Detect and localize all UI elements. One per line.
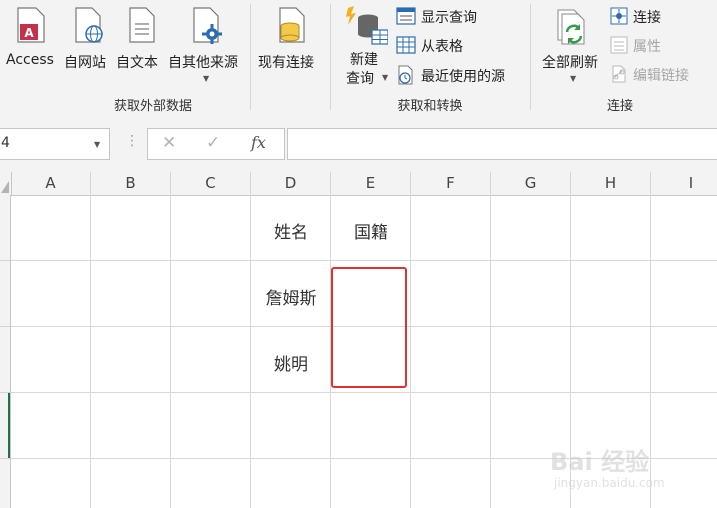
existing-connections-button[interactable]: 现有连接 — [254, 4, 324, 71]
properties-button[interactable]: 属性 — [610, 35, 710, 57]
existing-connections-icon — [279, 7, 305, 43]
formula-input[interactable] — [287, 128, 717, 160]
column-header-e[interactable]: E — [331, 172, 411, 195]
formula-bar: 4 ▼ ⋮ ✕ ✓ fx — [0, 118, 717, 172]
access-icon: A — [17, 7, 45, 43]
cell-d3[interactable]: 姚明 — [251, 350, 331, 375]
from-text-label: 自文本 — [116, 55, 158, 71]
recent-sources-label: 最近使用的源 — [421, 69, 505, 85]
gridline — [490, 195, 491, 508]
cell-d1[interactable]: 姓名 — [251, 218, 331, 243]
drag-handle-icon[interactable]: ⋮ — [125, 133, 139, 149]
web-icon — [75, 7, 103, 43]
edit-links-button[interactable]: 编辑链接 — [610, 64, 715, 86]
cancel-icon[interactable]: ✕ — [162, 133, 176, 153]
name-box-value: 4 — [1, 135, 10, 151]
group-separator — [250, 4, 251, 110]
row-header-divider — [0, 326, 10, 327]
row-header-strip — [0, 195, 11, 508]
recent-sources-button[interactable]: 最近使用的源 — [396, 64, 526, 86]
watermark-url: jingyan.baidu.com — [554, 476, 665, 490]
show-queries-label: 显示查询 — [421, 10, 477, 26]
chevron-down-icon[interactable]: ▼ — [94, 140, 100, 149]
new-query-label-line1: 新建 — [350, 52, 378, 68]
edit-links-icon — [612, 65, 626, 83]
connections-button[interactable]: 连接 — [610, 6, 710, 28]
other-sources-icon — [193, 7, 222, 44]
new-query-button[interactable]: 新建 查询 ▼ — [336, 4, 394, 87]
connections-icon — [610, 7, 628, 25]
select-all-triangle-icon — [1, 181, 9, 193]
from-web-label: 自网站 — [64, 55, 106, 71]
column-header-c[interactable]: C — [171, 172, 251, 195]
show-queries-icon — [396, 7, 416, 25]
watermark-main: Bai 经验 — [550, 448, 650, 476]
from-access-label: Access — [6, 52, 54, 68]
recent-sources-icon — [398, 65, 413, 85]
column-header-f[interactable]: F — [411, 172, 491, 195]
column-header-a[interactable]: A — [11, 172, 91, 195]
name-box[interactable]: 4 ▼ — [0, 128, 110, 160]
group-label-get-external-data: 获取外部数据 — [113, 99, 192, 114]
group-separator — [530, 4, 531, 110]
ribbon: A Access 自网站 自文本 自其他来源 ▼ 获取外部数据 现有连接 新建 … — [0, 0, 717, 119]
refresh-all-icon — [557, 9, 585, 45]
chevron-down-icon: ▼ — [570, 74, 577, 83]
existing-connections-label: 现有连接 — [258, 55, 314, 71]
from-other-sources-button[interactable]: 自其他来源 ▼ — [166, 4, 244, 84]
gridline — [11, 260, 717, 261]
gridline — [170, 195, 171, 508]
edit-links-label: 编辑链接 — [633, 68, 689, 84]
row-header-divider — [0, 260, 10, 261]
svg-text:A: A — [24, 26, 34, 40]
column-header-i[interactable]: I — [651, 172, 717, 195]
watermark: Bai 经验 jingyan.baidu.com — [548, 436, 713, 496]
row-header-divider — [0, 458, 10, 459]
column-header-row: A B C D E F G H I — [0, 172, 717, 196]
gridline — [11, 392, 717, 393]
column-header-h[interactable]: H — [571, 172, 651, 195]
from-table-label: 从表格 — [421, 39, 463, 55]
new-query-icon — [346, 6, 388, 45]
refresh-all-button[interactable]: 全部刷新 ▼ — [536, 4, 608, 84]
column-header-g[interactable]: G — [491, 172, 571, 195]
gridline — [90, 195, 91, 508]
refresh-all-label: 全部刷新 — [542, 55, 598, 71]
from-table-button[interactable]: 从表格 — [396, 35, 526, 57]
insert-function-icon[interactable]: fx — [251, 133, 266, 152]
group-label-connections: 连接 — [606, 99, 633, 114]
new-query-label-line2: 查询 — [346, 71, 374, 87]
chevron-down-icon: ▼ — [203, 74, 210, 83]
group-separator — [330, 4, 331, 110]
properties-label: 属性 — [633, 39, 661, 55]
cell-d2[interactable]: 詹姆斯 — [251, 284, 331, 309]
cell-e1[interactable]: 国籍 — [331, 218, 411, 243]
from-web-button[interactable]: 自网站 — [62, 4, 114, 71]
from-access-button[interactable]: A Access — [0, 4, 62, 70]
group-label-get-and-transform: 获取和转换 — [397, 99, 463, 114]
connections-label: 连接 — [633, 10, 661, 26]
column-header-b[interactable]: B — [91, 172, 171, 195]
column-header-d[interactable]: D — [251, 172, 331, 195]
from-other-sources-label: 自其他来源 — [168, 55, 238, 71]
formula-buttons: ✕ ✓ fx — [147, 128, 285, 160]
active-row-marker — [8, 393, 10, 458]
show-queries-button[interactable]: 显示查询 — [396, 6, 526, 28]
enter-icon[interactable]: ✓ — [206, 133, 220, 153]
properties-icon — [610, 36, 628, 54]
from-text-button[interactable]: 自文本 — [114, 4, 166, 71]
selection-highlight-box — [331, 267, 407, 388]
chevron-down-icon: ▼ — [382, 73, 389, 82]
text-file-icon — [129, 7, 155, 43]
table-icon — [396, 36, 416, 54]
